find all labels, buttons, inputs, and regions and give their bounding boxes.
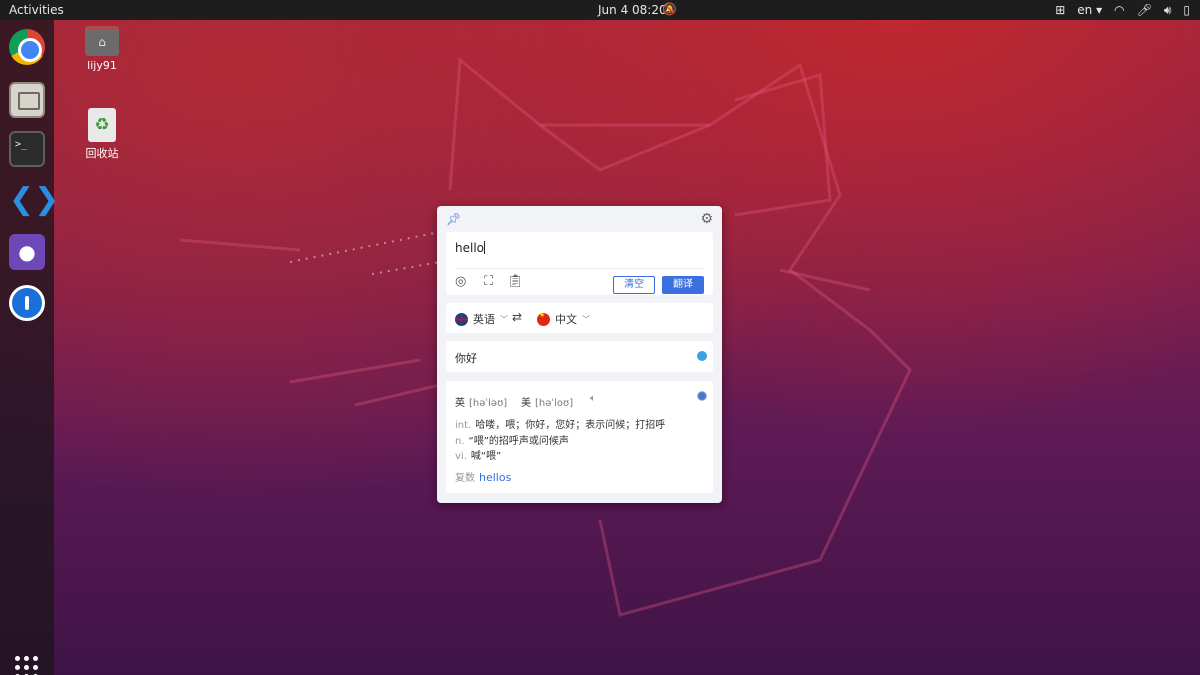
- vscode-icon[interactable]: ❮❯: [9, 182, 59, 218]
- terminal-icon[interactable]: >_: [9, 131, 45, 167]
- clock[interactable]: Jun 4 08:20: [598, 3, 667, 17]
- microphone-icon[interactable]: 🎤︎: [1137, 2, 1152, 18]
- battery-icon[interactable]: ▯: [1183, 2, 1190, 18]
- language-selector[interactable]: en ▾: [1077, 2, 1102, 18]
- source-language-dropdown[interactable]: 英语 ﹀: [455, 311, 508, 327]
- swap-languages-icon[interactable]: ⇄: [512, 310, 522, 324]
- desktop-home-folder[interactable]: ⌂ lijy91: [77, 26, 127, 72]
- phonetic-us[interactable]: 美 [həˈloʊ]: [521, 394, 573, 409]
- input-panel: hello ◎ ⛶ 📋︎ 清空 翻译: [446, 232, 713, 295]
- text-caret: [484, 241, 485, 254]
- definition-row: n. “喂”的招呼声或问候声: [455, 432, 569, 447]
- uk-flag-icon: [455, 312, 468, 326]
- github-desktop-icon[interactable]: ●: [9, 234, 45, 270]
- clear-button[interactable]: 清空: [613, 276, 655, 294]
- home-folder-icon: ⌂: [85, 26, 119, 56]
- translate-input[interactable]: hello: [455, 241, 485, 255]
- volume-icon[interactable]: 🔊︎: [1164, 2, 1172, 18]
- phonetic-uk-label: 英: [455, 398, 465, 409]
- definition-row: vi. 喊“喂”: [455, 447, 501, 462]
- desktop-trash[interactable]: ♻ 回收站: [77, 108, 127, 161]
- wifi-icon[interactable]: ◠: [1114, 2, 1124, 18]
- dock: >_ ❮❯ ●: [0, 20, 59, 675]
- translation-result-panel: 你好: [446, 341, 713, 372]
- target-language-dropdown[interactable]: 中文 ﹀: [537, 311, 590, 327]
- target-language-label: 中文: [555, 313, 577, 326]
- definition-text: “喂”的招呼声或问候声: [468, 436, 569, 447]
- settings-gear-icon[interactable]: ⚙: [700, 211, 713, 227]
- definition-text: 喊“喂”: [470, 451, 502, 462]
- input-value: hello: [455, 241, 484, 255]
- trash-icon: ♻: [88, 108, 116, 142]
- translate-button[interactable]: 翻译: [662, 276, 704, 294]
- chevron-down-icon: ﹀: [500, 314, 508, 324]
- definition-pos: n.: [455, 436, 465, 447]
- definition-row: int. 哈喽，喂；你好，您好；表示问候；打招呼: [455, 416, 665, 431]
- capture-target-icon[interactable]: ◎: [455, 274, 466, 289]
- notification-muted-icon[interactable]: 🔕: [662, 2, 677, 16]
- source-language-label: 英语: [473, 313, 495, 326]
- show-applications-icon[interactable]: [15, 656, 39, 675]
- definition-pos: int.: [455, 420, 472, 431]
- activities-button[interactable]: Activities: [9, 3, 64, 17]
- system-tray[interactable]: ⊞ en ▾ ◠ 🎤︎ 🔊︎ ▯: [1055, 2, 1190, 18]
- top-bar: Activities Jun 4 08:20 🔕 ⊞ en ▾ ◠ 🎤︎ 🔊︎ …: [0, 0, 1200, 20]
- plural-form: 复数 hellos: [455, 469, 511, 484]
- definition-pos: vi.: [455, 451, 467, 462]
- phonetic-uk-ipa: [həˈləʊ]: [469, 398, 508, 409]
- onepassword-icon[interactable]: [9, 285, 45, 321]
- chevron-down-icon: ﹀: [582, 314, 590, 324]
- pin-icon[interactable]: 📌︎: [446, 212, 461, 226]
- desktop-trash-label: 回收站: [85, 147, 119, 160]
- phonetic-us-ipa: [həˈloʊ]: [535, 398, 574, 409]
- speaker-icon[interactable]: 🔈︎: [590, 393, 596, 404]
- window-titlebar[interactable]: 📌︎ ⚙: [437, 206, 722, 232]
- phonetic-uk[interactable]: 英 [həˈləʊ]: [455, 394, 507, 409]
- translation-engine-icon: [697, 351, 707, 361]
- input-divider: [455, 268, 704, 269]
- china-flag-icon: [537, 311, 550, 326]
- plural-label: 复数: [455, 473, 475, 484]
- clipboard-icon[interactable]: 📋︎: [507, 274, 524, 289]
- definition-text: 哈喽，喂；你好，您好；表示问候；打招呼: [475, 420, 666, 431]
- dictionary-panel: 英 [həˈləʊ] 美 [həˈloʊ] 🔈︎ int. 哈喽，喂；你好，您好；表示…: [446, 381, 713, 493]
- language-selector-panel: 英语 ﹀ ⇄ 中文 ﹀: [446, 303, 713, 333]
- phonetic-us-label: 美: [521, 398, 531, 409]
- plural-word-link[interactable]: hellos: [479, 471, 511, 484]
- desktop-home-label: lijy91: [87, 59, 117, 72]
- translator-window: 📌︎ ⚙ hello ◎ ⛶ 📋︎ 清空 翻译 英语 ﹀ ⇄ 中文 ﹀ 你好 英…: [437, 206, 722, 503]
- chrome-icon[interactable]: [9, 29, 45, 65]
- translation-result[interactable]: 你好: [455, 350, 477, 366]
- dictionary-engine-icon: [697, 391, 707, 401]
- translate-indicator-icon[interactable]: ⊞: [1055, 2, 1065, 18]
- files-icon[interactable]: [9, 82, 45, 118]
- crop-screenshot-icon[interactable]: ⛶: [484, 274, 493, 289]
